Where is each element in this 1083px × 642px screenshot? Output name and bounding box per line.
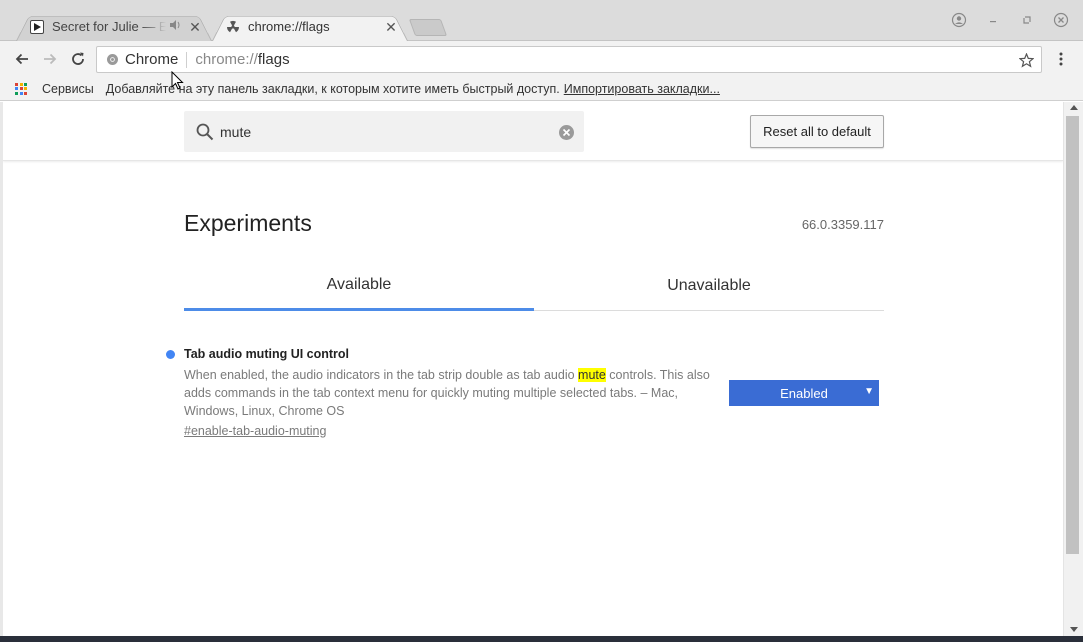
scroll-up-arrow-icon[interactable]: [1070, 105, 1078, 110]
kebab-menu-icon[interactable]: [1053, 49, 1069, 69]
chrome-page-icon: [105, 53, 119, 67]
dropdown-arrow-icon: ▼: [864, 386, 874, 397]
address-bar[interactable]: Chrome chrome://flags: [96, 46, 1042, 73]
restore-icon[interactable]: [1017, 10, 1037, 30]
experiments-tabs: Available Unavailable: [184, 266, 884, 311]
youtube-play-icon: [30, 19, 44, 34]
bookmarks-bar: Сервисы Добавляйте на эту панель закладк…: [0, 77, 1083, 101]
apps-shortcut[interactable]: Сервисы: [42, 82, 94, 96]
url-path: flags: [257, 51, 290, 68]
page-title: Experiments: [184, 210, 312, 236]
security-chip[interactable]: Chrome: [125, 51, 188, 68]
flag-state-select[interactable]: Enabled ▼: [729, 380, 879, 406]
flag-state-value: Enabled: [780, 385, 828, 401]
page-scrollbar[interactable]: [1063, 102, 1083, 636]
search-icon: [194, 121, 216, 143]
tab-content: chrome://flags ✕: [212, 12, 408, 41]
bookmark-star-icon[interactable]: [1017, 51, 1035, 69]
taskbar-edge: [0, 636, 1083, 642]
minimize-icon[interactable]: [983, 10, 1003, 30]
close-icon[interactable]: ✕: [384, 20, 398, 34]
page-viewport: Reset all to default Experiments 66.0.33…: [3, 102, 1063, 636]
url-text[interactable]: chrome://flags: [195, 51, 289, 68]
import-bookmarks-link[interactable]: Импортировать закладки...: [564, 82, 720, 96]
reset-all-button[interactable]: Reset all to default: [750, 115, 884, 148]
radiation-icon: [226, 20, 240, 34]
tab-title: chrome://flags: [248, 19, 330, 34]
scroll-down-arrow-icon[interactable]: [1070, 627, 1078, 632]
tab-title: Secret for Julie — Eri: [52, 19, 166, 34]
apps-grid-icon[interactable]: [15, 82, 27, 95]
modified-indicator-dot: [166, 350, 175, 359]
url-scheme: chrome://: [195, 51, 258, 68]
flags-search-header: Reset all to default: [3, 102, 1063, 161]
user-profile-icon[interactable]: [949, 10, 969, 30]
flag-anchor-link[interactable]: #enable-tab-audio-muting: [184, 424, 326, 438]
forward-arrow-icon[interactable]: [39, 48, 61, 70]
tab-strip: Secret for Julie — Eri ✕ chrome://flags …: [0, 0, 1083, 41]
clear-search-icon[interactable]: [557, 123, 575, 141]
speaker-icon[interactable]: [170, 20, 182, 33]
new-tab-button[interactable]: [408, 19, 448, 36]
search-input[interactable]: [220, 123, 540, 140]
reload-icon[interactable]: [67, 48, 89, 70]
tab-available[interactable]: Available: [184, 266, 534, 311]
back-arrow-icon[interactable]: [11, 48, 33, 70]
tab-content: Secret for Julie — Eri ✕: [16, 12, 212, 41]
browser-tab-flags[interactable]: chrome://flags ✕: [212, 12, 408, 41]
close-window-icon[interactable]: [1051, 10, 1071, 30]
scroll-thumb[interactable]: [1066, 116, 1079, 554]
version-label: 66.0.3359.117: [801, 217, 884, 232]
close-icon[interactable]: ✕: [188, 20, 202, 34]
mouse-cursor-icon: [171, 71, 184, 90]
browser-toolbar: Chrome chrome://flags: [0, 41, 1083, 77]
browser-tab-music[interactable]: Secret for Julie — Eri ✕: [16, 12, 212, 41]
search-match-highlight: mute: [578, 368, 606, 382]
flag-description: When enabled, the audio indicators in th…: [184, 366, 714, 420]
flag-description-start: When enabled, the audio indicators in th…: [184, 368, 579, 382]
window-controls: [949, 10, 1083, 30]
flag-name: Tab audio muting UI control: [184, 347, 350, 361]
search-box[interactable]: [184, 111, 584, 152]
tab-unavailable[interactable]: Unavailable: [534, 266, 884, 310]
